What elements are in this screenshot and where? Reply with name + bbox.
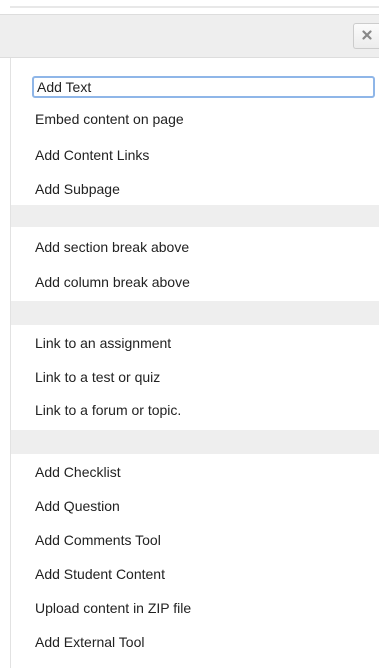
menu-separator: [11, 205, 379, 227]
menu-separator: [11, 430, 379, 454]
menu-item-add-comments-tool[interactable]: Add Comments Tool: [35, 529, 161, 551]
menu-item-embed-content[interactable]: Embed content on page: [35, 108, 184, 130]
menu-item-add-section-break[interactable]: Add section break above: [35, 236, 189, 258]
close-icon: [361, 27, 372, 45]
menu-item-link-test-quiz[interactable]: Link to a test or quiz: [35, 366, 160, 388]
menu-item-add-checklist[interactable]: Add Checklist: [35, 461, 121, 483]
add-content-menu: Add Text Embed content on page Add Conte…: [10, 58, 379, 668]
dialog-titlebar: [0, 14, 379, 58]
menu-item-upload-zip[interactable]: Upload content in ZIP file: [35, 597, 191, 619]
menu-item-add-question[interactable]: Add Question: [35, 495, 120, 517]
top-divider: [10, 6, 379, 8]
menu-separator: [11, 301, 379, 325]
menu-item-link-assignment[interactable]: Link to an assignment: [35, 332, 171, 354]
close-button[interactable]: [353, 23, 379, 49]
menu-item-link-forum-topic[interactable]: Link to a forum or topic.: [35, 399, 181, 421]
menu-item-add-content-links[interactable]: Add Content Links: [35, 144, 149, 166]
menu-item-add-column-break[interactable]: Add column break above: [35, 271, 190, 293]
menu-item-add-text[interactable]: Add Text: [32, 76, 375, 98]
menu-item-add-subpage[interactable]: Add Subpage: [35, 178, 120, 200]
menu-item-add-external-tool[interactable]: Add External Tool: [35, 631, 144, 653]
menu-item-add-student-content[interactable]: Add Student Content: [35, 563, 165, 585]
